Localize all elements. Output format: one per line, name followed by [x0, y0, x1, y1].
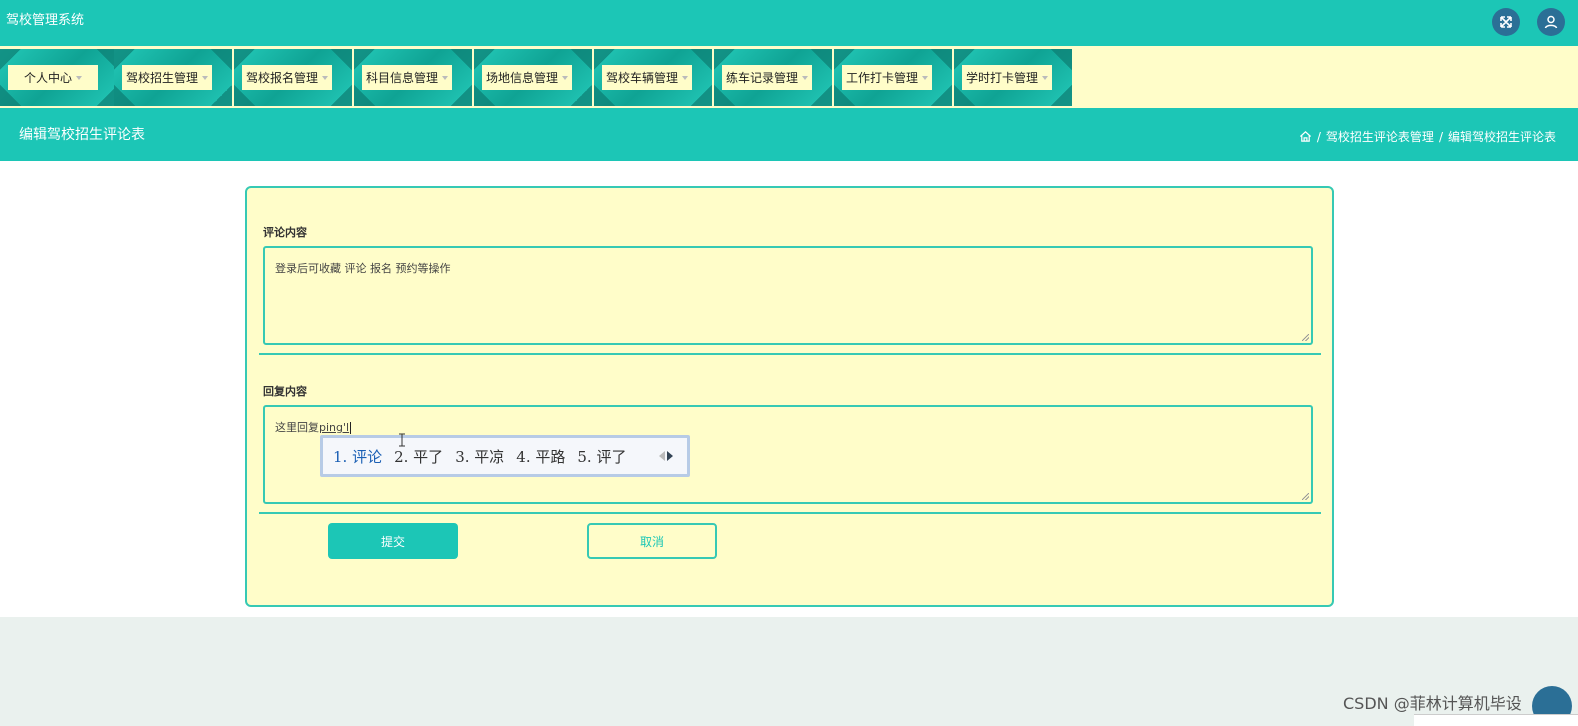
ime-candidate[interactable]: 1. 评论	[333, 446, 382, 467]
text-cursor-icon	[399, 433, 405, 447]
menu-item-subjects[interactable]: 科目信息管理	[354, 49, 472, 106]
comment-text: 登录后可收藏 评论 报名 预约等操作	[275, 262, 451, 275]
ime-candidate[interactable]: 4. 平路	[516, 446, 565, 467]
resize-handle[interactable]	[1302, 493, 1309, 500]
menu-item-label: 驾校车辆管理	[605, 71, 678, 85]
chevron-down-icon	[202, 75, 208, 80]
app-title: 驾校管理系统	[6, 13, 85, 28]
reply-pinyin-composition: ping'l	[319, 421, 350, 434]
chevron-down-icon	[922, 75, 928, 80]
menu-item-venues[interactable]: 场地信息管理	[474, 49, 592, 106]
user-icon	[1544, 15, 1558, 29]
menu-item-label: 练车记录管理	[725, 71, 798, 85]
main-menu: 个人中心 驾校招生管理 驾校报名管理 科目信息管理 场地信息管理 驾校车辆管理 …	[0, 46, 1578, 108]
divider	[259, 512, 1321, 514]
watermark: CSDN @菲林计算机毕设	[1343, 694, 1522, 713]
menu-item-registration[interactable]: 驾校报名管理	[234, 49, 352, 106]
fullscreen-icon	[1500, 16, 1512, 28]
breadcrumb-item-current: 编辑驾校招生评论表	[1447, 130, 1556, 144]
chevron-down-icon	[682, 75, 688, 80]
chevron-right-icon[interactable]	[667, 451, 673, 461]
chevron-down-icon	[1042, 75, 1048, 80]
home-icon[interactable]	[1299, 130, 1312, 143]
chevron-left-icon[interactable]	[659, 451, 665, 461]
breadcrumb-item-comment-management[interactable]: 驾校招生评论表管理	[1326, 128, 1434, 145]
breadcrumb: / 驾校招生评论表管理 / 编辑驾校招生评论表	[1299, 128, 1556, 145]
ime-candidate[interactable]: 3. 平凉	[455, 446, 504, 467]
menu-item-label: 驾校报名管理	[245, 71, 318, 85]
user-button[interactable]	[1537, 8, 1565, 36]
breadcrumb-separator: /	[1438, 129, 1443, 144]
page-title-bar: 编辑驾校招生评论表 / 驾校招生评论表管理 / 编辑驾校招生评论表	[0, 108, 1578, 161]
chevron-down-icon	[76, 75, 82, 80]
comment-label: 评论内容	[263, 226, 307, 239]
cancel-button[interactable]: 取消	[587, 523, 717, 559]
edit-form: 评论内容 登录后可收藏 评论 报名 预约等操作 回复内容 这里回复ping'l …	[245, 186, 1334, 607]
ime-candidate[interactable]: 2. 平了	[394, 446, 443, 467]
menu-item-practice-records[interactable]: 练车记录管理	[714, 49, 832, 106]
page-title: 编辑驾校招生评论表	[19, 127, 145, 143]
menu-item-label: 驾校招生管理	[125, 71, 198, 85]
ime-candidate[interactable]: 5. 评了	[577, 446, 626, 467]
ime-page-arrows	[659, 451, 673, 461]
fullscreen-button[interactable]	[1492, 8, 1520, 36]
reply-label: 回复内容	[263, 385, 307, 398]
bottom-toolbar	[1414, 714, 1578, 726]
breadcrumb-separator: /	[1316, 129, 1321, 144]
reply-text: 这里回复	[275, 421, 319, 434]
menu-item-label: 场地信息管理	[485, 71, 558, 85]
chevron-down-icon	[322, 75, 328, 80]
menu-item-vehicles[interactable]: 驾校车辆管理	[594, 49, 712, 106]
menu-item-label: 工作打卡管理	[845, 71, 918, 85]
ime-candidate-window: 1. 评论 2. 平了 3. 平凉 4. 平路 5. 评了	[320, 435, 690, 477]
menu-item-label: 学时打卡管理	[965, 71, 1038, 85]
top-header: 驾校管理系统	[0, 0, 1578, 46]
chevron-down-icon	[802, 75, 808, 80]
menu-item-study-hours[interactable]: 学时打卡管理	[954, 49, 1072, 106]
menu-item-work-checkin[interactable]: 工作打卡管理	[834, 49, 952, 106]
submit-button[interactable]: 提交	[328, 523, 458, 559]
chevron-down-icon	[442, 75, 448, 80]
divider	[259, 353, 1321, 355]
content-area: 评论内容 登录后可收藏 评论 报名 预约等操作 回复内容 这里回复ping'l …	[0, 161, 1578, 617]
chevron-down-icon	[562, 75, 568, 80]
comment-textarea[interactable]: 登录后可收藏 评论 报名 预约等操作	[263, 246, 1313, 345]
resize-handle[interactable]	[1302, 334, 1309, 341]
menu-item-label: 科目信息管理	[365, 71, 438, 85]
menu-item-personal-center[interactable]: 个人中心	[0, 49, 118, 106]
menu-item-label: 个人中心	[23, 71, 72, 85]
text-cursor	[350, 422, 352, 434]
menu-item-enrollment[interactable]: 驾校招生管理	[114, 49, 232, 106]
